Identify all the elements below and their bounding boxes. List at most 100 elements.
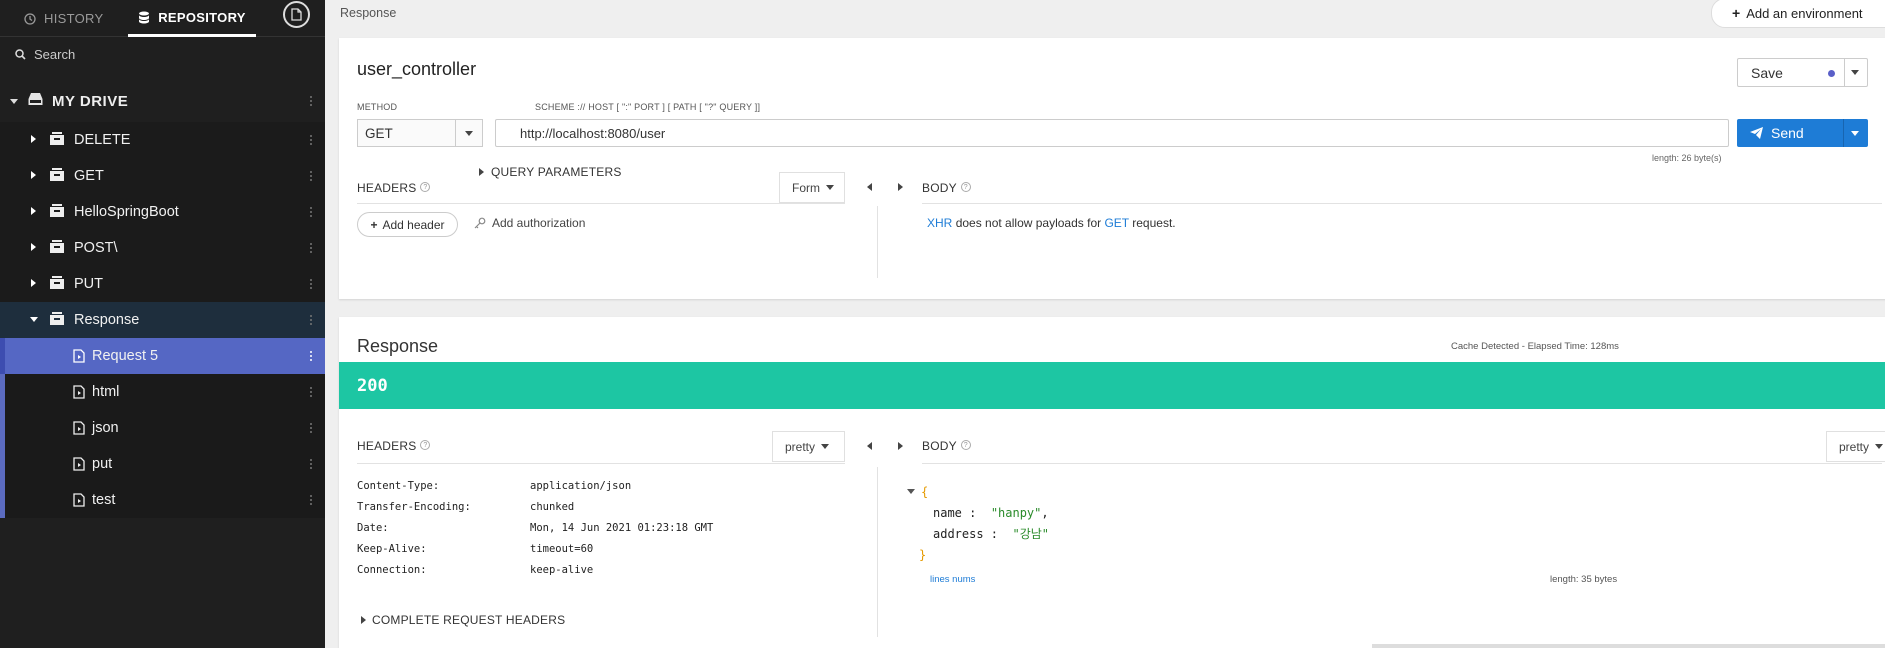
json-body-viewer: { name : "hanpy", address : "강남" } (907, 481, 1049, 565)
breadcrumb[interactable]: Response (340, 6, 396, 20)
drive-icon (28, 93, 43, 105)
divider (357, 463, 845, 464)
collapse-left-icon[interactable] (867, 183, 872, 191)
save-button[interactable]: Save (1737, 58, 1868, 87)
item-menu-icon[interactable] (309, 387, 313, 397)
item-menu-icon[interactable] (309, 243, 313, 253)
request-body-heading: BODY? (922, 181, 971, 195)
request-card: user_controller Save METHOD SCHEME :// H… (339, 38, 1885, 299)
bottom-scrollbar[interactable] (1372, 644, 1885, 648)
response-body-mode-select[interactable]: pretty (1826, 431, 1885, 462)
new-file-button[interactable] (283, 1, 310, 28)
header-key: Content-Type: (357, 480, 440, 492)
json-line: name : "hanpy", (933, 505, 1049, 520)
sidebar-request-html[interactable]: html (0, 374, 325, 410)
collapse-left-icon[interactable] (867, 442, 872, 450)
item-menu-icon[interactable] (309, 351, 313, 361)
expand-right-icon[interactable] (898, 183, 903, 191)
item-menu-icon[interactable] (309, 315, 313, 325)
item-menu-icon[interactable] (309, 495, 313, 505)
json-line: } (907, 544, 1049, 565)
sidebar-request-put[interactable]: put (0, 446, 325, 482)
main-panel: Response + Add an environment user_contr… (325, 0, 1885, 648)
collapse-json-icon[interactable] (907, 489, 915, 494)
collection-icon (50, 168, 64, 181)
add-authorization-label: Add authorization (492, 216, 586, 230)
chevron-down-icon[interactable] (1851, 131, 1859, 136)
request-file-icon (73, 349, 85, 363)
tab-repository[interactable]: REPOSITORY (128, 0, 256, 37)
add-environment-button[interactable]: + Add an environment (1711, 0, 1885, 28)
url-input[interactable]: http://localhost:8080/user (495, 119, 1729, 147)
sidebar-item-label: put (92, 456, 113, 472)
headers-mode-select[interactable]: Form (779, 172, 845, 203)
sidebar-item-response[interactable]: Response (0, 302, 325, 338)
help-icon[interactable]: ? (420, 182, 431, 192)
expand-right-icon[interactable] (898, 442, 903, 450)
send-button[interactable]: Send (1737, 119, 1868, 147)
database-icon (139, 11, 150, 23)
query-parameters-toggle[interactable]: QUERY PARAMETERS (479, 165, 622, 179)
sidebar-search[interactable]: Search (0, 37, 325, 71)
sidebar-item-label: GET (74, 168, 104, 184)
json-key: name (933, 505, 962, 520)
body-not-allowed-note: XHR does not allow payloads for GET requ… (927, 216, 1176, 230)
add-environment-label: Add an environment (1746, 5, 1863, 21)
header-row: Date: Mon, 14 Jun 2021 01:23:18 GMT (357, 522, 777, 543)
request-file-icon (73, 457, 85, 471)
chevron-right-icon (479, 168, 484, 176)
sidebar-item-post[interactable]: POST\ (0, 230, 325, 266)
help-icon[interactable]: ? (960, 440, 971, 450)
sidebar-request-json[interactable]: json (0, 410, 325, 446)
complete-request-headers-toggle[interactable]: COMPLETE REQUEST HEADERS (361, 613, 565, 627)
drive-menu-icon[interactable] (309, 96, 313, 106)
collection-tree: DELETE GET HelloSpringBoot POST\ PUT Res… (0, 122, 325, 518)
item-menu-icon[interactable] (309, 135, 313, 145)
chevron-right-icon (31, 135, 36, 143)
sidebar-request-request-5[interactable]: Request 5 (0, 338, 325, 374)
method-link[interactable]: GET (1104, 216, 1128, 230)
save-label: Save (1751, 64, 1783, 81)
json-key: address (933, 526, 984, 541)
chevron-right-icon (31, 243, 36, 251)
sidebar-item-label: json (92, 420, 119, 436)
tab-history[interactable]: HISTORY (24, 0, 103, 37)
sidebar-item-delete[interactable]: DELETE (0, 122, 325, 158)
item-menu-icon[interactable] (309, 423, 313, 433)
new-file-icon (291, 8, 302, 21)
header-value: keep-alive (530, 564, 594, 576)
help-icon[interactable]: ? (960, 182, 971, 192)
sidebar-item-get[interactable]: GET (0, 158, 325, 194)
body-mode-value: pretty (1839, 439, 1870, 454)
request-title[interactable]: user_controller (357, 59, 476, 80)
response-headers-mode-select[interactable]: pretty (772, 431, 845, 462)
sidebar-request-test[interactable]: test (0, 482, 325, 518)
add-header-button[interactable]: + Add header (357, 212, 458, 237)
lines-nums-link[interactable]: lines nums (930, 574, 975, 585)
item-menu-icon[interactable] (309, 279, 313, 289)
help-icon[interactable]: ? (420, 440, 431, 450)
method-select[interactable]: GET (357, 119, 483, 147)
xhr-link[interactable]: XHR (927, 216, 952, 230)
send-label: Send (1771, 125, 1804, 141)
sidebar-item-put[interactable]: PUT (0, 266, 325, 302)
body-length: length: 35 bytes (1550, 574, 1618, 585)
sidebar-item-hellospringboot[interactable]: HelloSpringBoot (0, 194, 325, 230)
item-menu-icon[interactable] (309, 171, 313, 181)
chevron-down-icon (10, 98, 18, 104)
complete-request-headers-label: COMPLETE REQUEST HEADERS (372, 613, 566, 627)
chevron-down-icon (826, 185, 834, 190)
my-drive-label: MY DRIVE (52, 92, 129, 110)
json-value: "hanpy" (990, 505, 1042, 520)
divider (1844, 59, 1845, 86)
plus-icon: + (1732, 5, 1741, 21)
item-menu-icon[interactable] (309, 207, 313, 217)
sidebar-item-label: PUT (74, 276, 103, 292)
search-input[interactable]: Search (34, 47, 75, 62)
add-authorization-link[interactable]: Add authorization (474, 216, 585, 230)
my-drive-header[interactable]: MY DRIVE (0, 82, 325, 120)
item-menu-icon[interactable] (309, 459, 313, 469)
chevron-right-icon (31, 171, 36, 179)
chevron-down-icon[interactable] (1851, 70, 1859, 75)
query-parameters-label: QUERY PARAMETERS (491, 165, 622, 179)
